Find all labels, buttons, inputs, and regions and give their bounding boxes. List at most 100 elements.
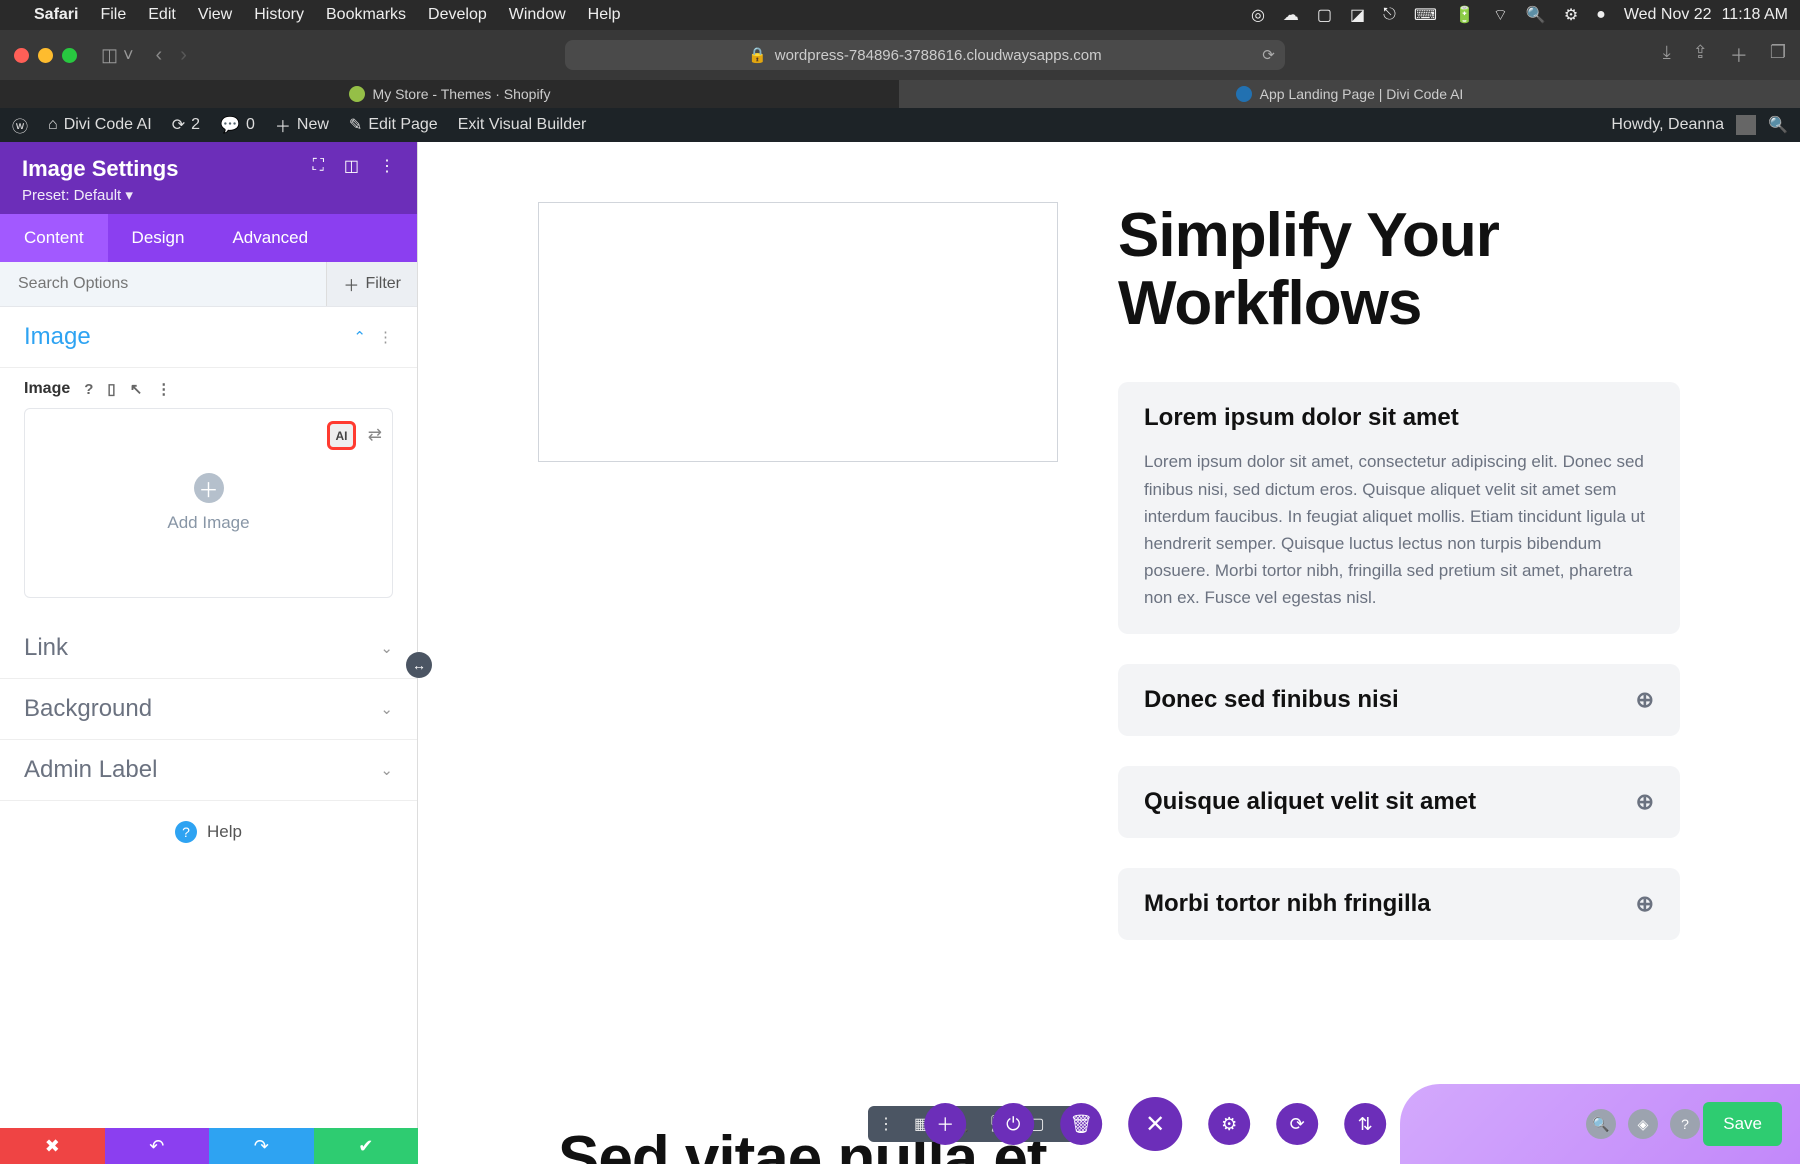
accordion-item-1[interactable]: Lorem ipsum dolor sit amet Lorem ipsum d… — [1118, 382, 1680, 633]
wp-logo-icon[interactable]: ⓦ — [12, 113, 28, 137]
search-options-input[interactable] — [0, 263, 326, 305]
settings-list-icon[interactable]: ⇄ — [368, 425, 382, 445]
tabs-icon[interactable]: ❐ — [1770, 42, 1786, 68]
phone-icon[interactable]: ▯ — [107, 380, 115, 398]
more-icon[interactable]: ⋮ — [878, 1114, 894, 1134]
expand-icon[interactable]: ⌄ — [380, 639, 393, 657]
responsive-icon[interactable]: ⛶ — [313, 157, 324, 175]
delete-button[interactable]: 🗑 — [1060, 1103, 1102, 1145]
close-toolbar-button[interactable]: ✕ — [1128, 1097, 1182, 1151]
settings-button[interactable]: ⚙ — [1208, 1103, 1250, 1145]
tab-design[interactable]: Design — [108, 214, 209, 262]
forward-button[interactable]: › — [180, 44, 187, 67]
section-image[interactable]: Image ⌃⋮ — [0, 307, 417, 368]
page-canvas[interactable]: Simplify Your Workflows Lorem ipsum dolo… — [418, 142, 1800, 1164]
status-icon[interactable]: ◎ — [1251, 5, 1265, 25]
battery-icon[interactable]: 🔋 — [1455, 5, 1475, 25]
section-background[interactable]: Background ⌄ — [0, 679, 417, 740]
tab-content[interactable]: Content — [0, 214, 108, 262]
menu-history[interactable]: History — [254, 6, 304, 24]
menu-window[interactable]: Window — [509, 6, 566, 24]
tab-advanced[interactable]: Advanced — [208, 214, 332, 262]
menu-view[interactable]: View — [198, 6, 232, 24]
expand-icon[interactable]: ⊕ — [1636, 687, 1654, 713]
download-icon[interactable]: ⤓ — [1663, 42, 1671, 68]
close-window-button[interactable] — [14, 48, 29, 63]
filter-button[interactable]: ＋ Filter — [326, 262, 417, 306]
back-button[interactable]: ‹ — [156, 44, 163, 67]
keyboard-icon[interactable]: ⌨ — [1414, 5, 1437, 25]
section-admin-label[interactable]: Admin Label ⌄ — [0, 740, 417, 801]
search-icon[interactable]: 🔍 — [1526, 5, 1546, 25]
wp-updates[interactable]: ⟳ 2 — [172, 115, 200, 135]
menubar-date[interactable]: Wed Nov 22 — [1624, 6, 1712, 24]
help-link[interactable]: ? Help — [0, 801, 417, 863]
add-icon[interactable]: ＋ — [194, 473, 224, 503]
apply-button[interactable]: ✔ — [314, 1128, 419, 1164]
expand-icon[interactable]: ⌄ — [380, 761, 393, 779]
airdrop-icon[interactable]: ◪ — [1350, 5, 1365, 25]
menu-bookmarks[interactable]: Bookmarks — [326, 6, 406, 24]
collapse-icon[interactable]: ⌃ — [353, 328, 366, 346]
reload-icon[interactable]: ⟳ — [1262, 46, 1275, 64]
add-button[interactable]: ＋ — [924, 1103, 966, 1145]
accordion-item-4[interactable]: Morbi tortor nibh fringilla⊕ — [1118, 868, 1680, 940]
history-button[interactable]: ⟳ — [1276, 1103, 1318, 1145]
power-button[interactable]: ⏻ — [992, 1103, 1034, 1145]
expand-icon[interactable]: ⊕ — [1636, 891, 1654, 917]
layers-button[interactable]: ◈ — [1628, 1109, 1658, 1139]
section-more-icon[interactable]: ⋮ — [378, 328, 393, 346]
menu-develop[interactable]: Develop — [428, 6, 487, 24]
zoom-window-button[interactable] — [62, 48, 77, 63]
field-more-icon[interactable]: ⋮ — [156, 380, 171, 398]
image-upload-area[interactable]: AI ⇄ ＋ Add Image — [24, 408, 393, 598]
wp-exit-visual-builder[interactable]: Exit Visual Builder — [458, 116, 587, 134]
panel-resize-handle[interactable]: ↔ — [406, 652, 432, 678]
menubar-time[interactable]: 11:18 AM — [1722, 6, 1788, 24]
wp-new[interactable]: ＋ New — [275, 113, 329, 137]
minimize-window-button[interactable] — [38, 48, 53, 63]
undo-button[interactable]: ↶ — [105, 1128, 210, 1164]
address-bar[interactable]: 🔒 wordpress-784896-3788616.cloudwaysapps… — [565, 40, 1285, 70]
avatar[interactable] — [1736, 115, 1756, 135]
save-button[interactable]: Save — [1703, 1102, 1782, 1146]
preset-dropdown[interactable]: Preset: Default ▾ — [22, 186, 178, 204]
accordion-item-2[interactable]: Donec sed finibus nisi⊕ — [1118, 664, 1680, 736]
section-link[interactable]: Link ⌄ — [0, 618, 417, 679]
sort-button[interactable]: ⇅ — [1344, 1103, 1386, 1145]
redo-button[interactable]: ↷ — [209, 1128, 314, 1164]
wifi-icon[interactable]: ⌔ — [1493, 5, 1508, 25]
wp-comments[interactable]: 💬 0 — [220, 115, 255, 135]
help-button[interactable]: ? — [1670, 1109, 1700, 1139]
find-button[interactable]: 🔍 — [1586, 1109, 1616, 1139]
browser-tab-2[interactable]: App Landing Page | Divi Code AI — [900, 80, 1800, 108]
control-center-icon[interactable]: ⚙ — [1564, 5, 1578, 25]
more-icon[interactable]: ⋮ — [379, 156, 395, 176]
share-icon[interactable]: ⇪ — [1693, 42, 1708, 68]
discard-button[interactable]: ✖ — [0, 1128, 105, 1164]
browser-tab-1[interactable]: My Store - Themes · Shopify — [0, 80, 900, 108]
app-name[interactable]: Safari — [34, 6, 78, 24]
hover-icon[interactable]: ↖ — [130, 380, 143, 398]
accordion-item-3[interactable]: Quisque aliquet velit sit amet⊕ — [1118, 766, 1680, 838]
siri-icon[interactable]: ● — [1596, 6, 1606, 24]
page-heading[interactable]: Simplify Your Workflows — [1118, 202, 1680, 338]
ai-generate-button[interactable]: AI — [327, 421, 356, 450]
expand-icon[interactable]: ⌄ — [380, 700, 393, 718]
folder-icon[interactable]: ▢ — [1317, 5, 1332, 25]
new-tab-icon[interactable]: ＋ — [1730, 42, 1748, 68]
wp-search-icon[interactable]: 🔍 — [1768, 115, 1788, 135]
menu-help[interactable]: Help — [588, 6, 621, 24]
sidebar-toggle-icon[interactable]: ◫ ˅ — [101, 45, 134, 66]
wp-edit-page[interactable]: ✎ Edit Page — [349, 115, 438, 135]
image-module-placeholder[interactable] — [538, 202, 1058, 462]
cloud-icon[interactable]: ☁ — [1283, 5, 1299, 25]
expand-icon[interactable]: ⊕ — [1636, 789, 1654, 815]
bluetooth-icon[interactable]: ⎋ — [1383, 6, 1396, 24]
menu-file[interactable]: File — [100, 6, 126, 24]
wp-howdy[interactable]: Howdy, Deanna — [1611, 116, 1724, 134]
help-icon[interactable]: ? — [84, 381, 93, 398]
wp-site-name[interactable]: ⌂ Divi Code AI — [48, 116, 152, 134]
menu-edit[interactable]: Edit — [148, 6, 176, 24]
columns-icon[interactable]: ◫ — [344, 156, 359, 176]
